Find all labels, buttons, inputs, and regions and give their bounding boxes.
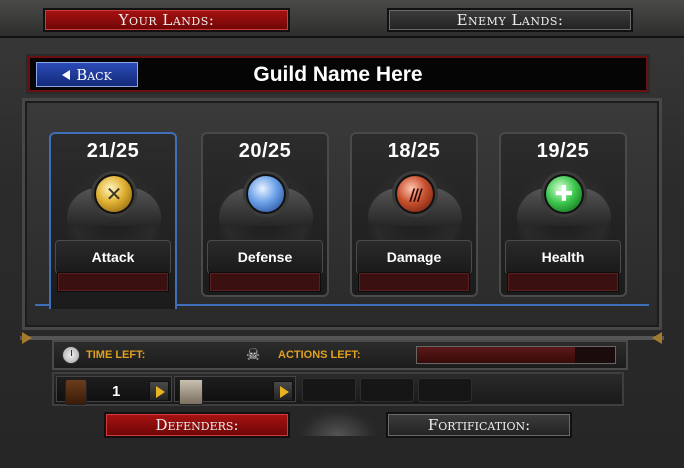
skull-crossed-swords-icon: ☠ xyxy=(245,345,261,364)
clock-icon xyxy=(62,346,80,364)
soldier-next-button[interactable] xyxy=(149,381,169,401)
actions-left-bar xyxy=(416,346,616,364)
stat-card-damage[interactable]: 18/25 /// Damage xyxy=(350,132,478,297)
damage-orb-icon: /// xyxy=(395,174,435,214)
guild-name-title: Guild Name Here xyxy=(253,63,423,86)
rail-ornament-left xyxy=(22,332,32,344)
stat-progress-bar xyxy=(507,272,619,292)
actions-left-fill xyxy=(417,347,576,363)
defenders-tab[interactable]: Defenders: xyxy=(104,412,290,438)
game-frame: Your Lands: Enemy Lands: Back Guild Name… xyxy=(0,0,684,468)
stat-count: 18/25 xyxy=(387,140,441,162)
your-lands-tab[interactable]: Your Lands: xyxy=(43,8,290,32)
orb-holder: /// xyxy=(368,166,462,240)
health-orb-icon: ✚ xyxy=(544,174,584,214)
guild-header: Back Guild Name Here xyxy=(28,56,648,92)
stat-count: 21/25 xyxy=(86,140,140,162)
empty-unit-slot[interactable] xyxy=(360,378,414,402)
time-left-label: TIME LEFT: xyxy=(86,349,146,361)
stat-label: Defense xyxy=(207,240,323,274)
fortification-next-button[interactable] xyxy=(273,381,293,401)
castle-icon xyxy=(179,379,203,405)
unit-selection-panel: 1 xyxy=(52,372,624,406)
fortification-slot xyxy=(174,376,296,405)
land-tabs-bar: Your Lands: Enemy Lands: xyxy=(0,0,684,38)
defense-orb-icon xyxy=(246,174,286,214)
guild-stats-panel: 21/25 ✕ Attack 20/25 Defense 18/25 /// D… xyxy=(22,98,662,330)
center-ornament xyxy=(297,408,379,436)
stat-count: 20/25 xyxy=(238,140,292,162)
fortification-tab[interactable]: Fortification: xyxy=(386,412,572,438)
attack-orb-icon: ✕ xyxy=(94,174,134,214)
stat-card-defense[interactable]: 20/25 Defense xyxy=(201,132,329,297)
actions-left-label: ACTIONS LEFT: xyxy=(278,349,361,361)
soldier-icon xyxy=(65,379,87,405)
soldier-slot: 1 xyxy=(56,376,172,405)
battle-info-panel: TIME LEFT: ☠ ACTIONS LEFT: xyxy=(52,340,628,370)
stat-count: 19/25 xyxy=(536,140,590,162)
orb-holder: ✕ xyxy=(67,166,161,240)
enemy-lands-tab[interactable]: Enemy Lands: xyxy=(387,8,633,32)
stat-progress-bar xyxy=(209,272,321,292)
rail-ornament-right xyxy=(652,332,662,344)
empty-unit-slot[interactable] xyxy=(418,378,472,402)
orb-holder: ✚ xyxy=(517,166,611,240)
empty-unit-slot[interactable] xyxy=(302,378,356,402)
stat-label: Damage xyxy=(356,240,472,274)
stat-card-attack[interactable]: 21/25 ✕ Attack xyxy=(49,132,177,309)
stat-progress-bar xyxy=(358,272,470,292)
stat-label: Health xyxy=(505,240,621,274)
stat-progress-bar xyxy=(57,272,169,292)
stat-label: Attack xyxy=(55,240,171,274)
orb-holder xyxy=(219,166,313,240)
stat-card-health[interactable]: 19/25 ✚ Health xyxy=(499,132,627,297)
soldier-count: 1 xyxy=(112,383,121,400)
